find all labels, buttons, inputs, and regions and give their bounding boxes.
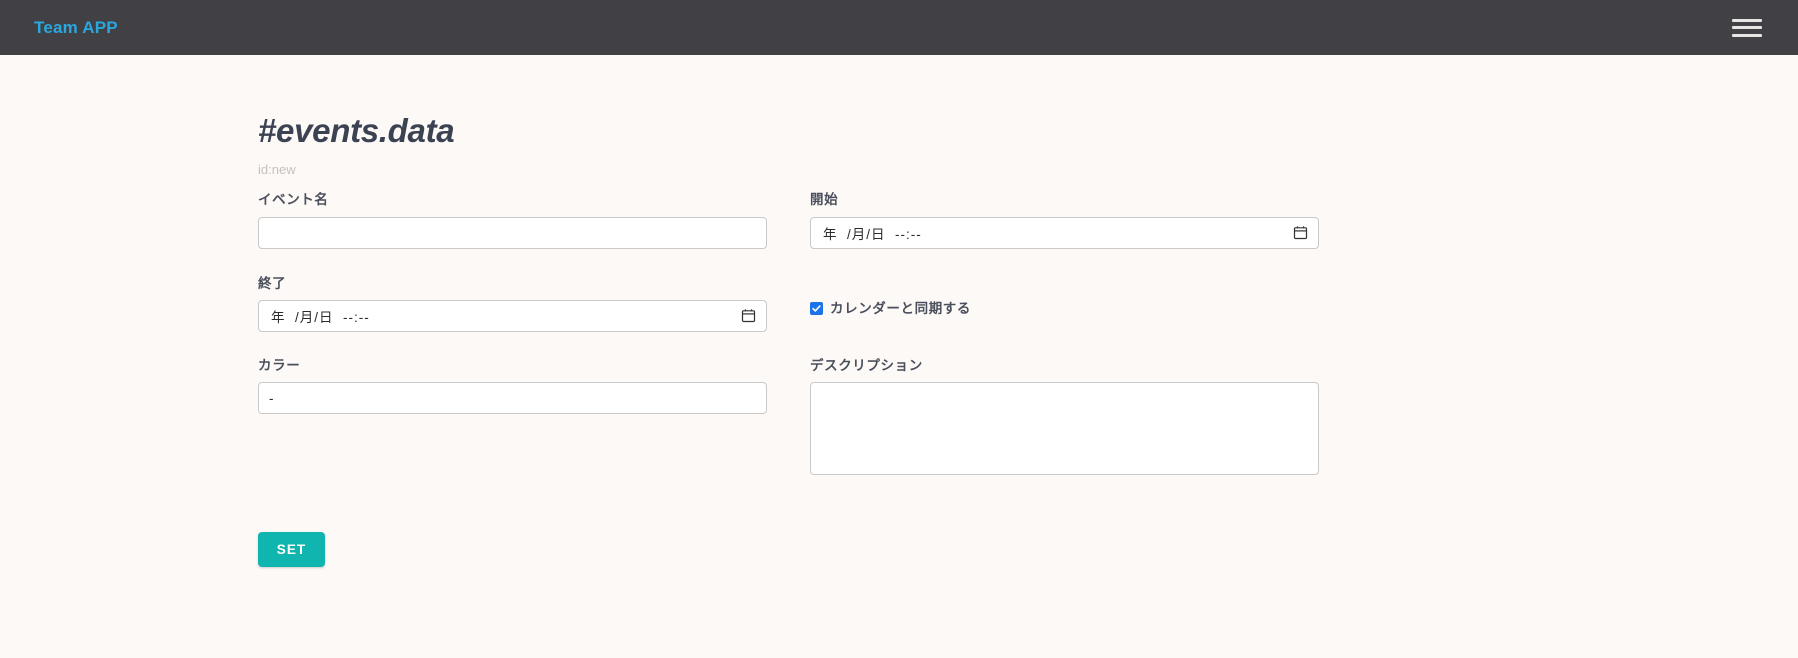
row-spacer [258,249,767,274]
field-end-datetime: 終了 年 /月/日 --:-- [258,274,767,332]
field-event-name: イベント名 [258,190,767,249]
submit-area: SET [258,475,1798,568]
start-datetime-value: 年 /月/日 --:-- [823,226,922,242]
color-select-value: - [269,390,274,406]
event-name-input[interactable] [258,216,767,249]
sync-calendar-row[interactable]: カレンダーと同期する [810,274,1319,316]
end-datetime-input[interactable]: 年 /月/日 --:-- [258,299,767,332]
checkmark-icon [812,305,821,312]
grid-gutter [767,190,810,248]
event-form: イベント名 開始 年 /月/日 --:-- 終了 年 /月/日 --:-- カレ… [258,190,1798,476]
color-label: カラー [258,357,301,373]
page-title: #events.data [258,112,455,149]
color-select[interactable]: - [258,382,767,415]
hamburger-bar [1732,26,1762,29]
app-header: Team APP [0,0,1798,55]
row-spacer [810,249,1319,274]
description-textarea[interactable] [810,382,1319,476]
grid-gutter [767,356,810,475]
row-spacer [767,332,810,356]
grid-gutter [767,274,810,332]
field-description: デスクリプション [810,356,1319,476]
calendar-icon[interactable] [741,308,756,323]
start-label: 開始 [810,192,839,208]
hamburger-bar [1732,18,1762,22]
content-area: #events.data id:new イベント名 開始 年 /月/日 --:-… [0,55,1798,568]
field-color: カラー - [258,356,767,475]
field-start-datetime: 開始 年 /月/日 --:-- [810,190,1319,249]
hamburger-bar [1732,33,1762,37]
brand-logo[interactable]: Team APP [34,19,118,36]
hamburger-icon[interactable] [1732,17,1762,39]
page-body: #events.data id:new イベント名 開始 年 /月/日 --:-… [0,55,1798,568]
row-spacer [810,332,1319,356]
description-label: デスクリプション [810,357,923,373]
sync-calendar-checkbox[interactable] [810,301,823,315]
row-spacer [767,249,810,274]
end-datetime-value: 年 /月/日 --:-- [271,309,370,325]
event-name-label: イベント名 [258,192,329,208]
page-subtitle-id: id:new [258,162,296,178]
field-sync-calendar: カレンダーと同期する [810,274,1319,332]
calendar-icon[interactable] [1293,225,1308,240]
sync-calendar-label: カレンダーと同期する [830,300,971,316]
row-spacer [258,332,767,356]
set-button[interactable]: SET [258,532,325,568]
end-label: 終了 [258,275,287,291]
start-datetime-input[interactable]: 年 /月/日 --:-- [810,216,1319,249]
